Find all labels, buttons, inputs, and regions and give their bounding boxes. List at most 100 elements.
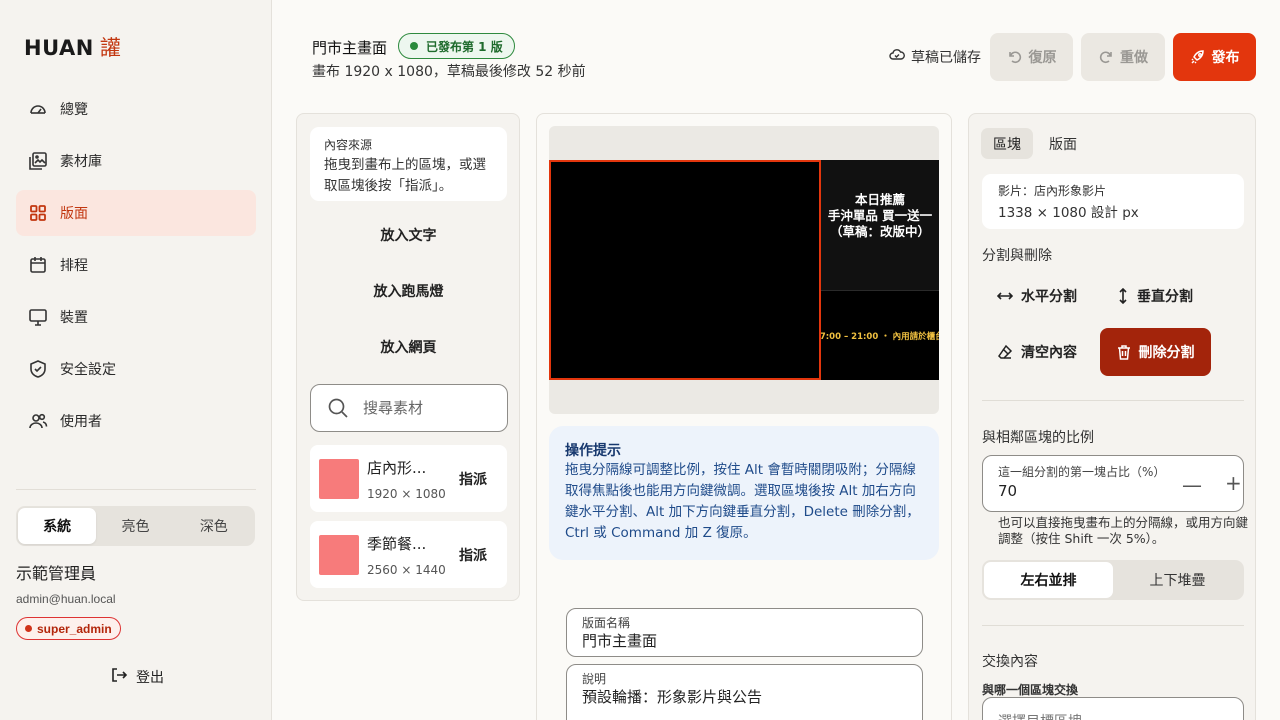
undo-button[interactable]: 復原	[990, 33, 1073, 81]
asset-thumbnail	[319, 459, 359, 499]
sidebar-item-label: 版面	[60, 206, 88, 222]
undo-icon	[1007, 49, 1023, 65]
undo-label: 復原	[1028, 50, 1057, 66]
redo-label: 重做	[1120, 50, 1148, 66]
sidebar-item-devices[interactable]: 裝置	[16, 294, 256, 340]
delete-split-button[interactable]: 刪除分割	[1100, 328, 1211, 376]
status-label: 已發布第 1 版	[426, 39, 503, 54]
sidebar: HUAN 讙 總覽 素材庫 版面 排程 裝置 安全設定 使用者 系統 亮色 深色…	[0, 0, 272, 720]
asset-size: 2560 × 1440	[367, 563, 446, 577]
search-field	[310, 384, 508, 432]
calendar-icon	[28, 255, 48, 275]
zone-promo-text[interactable]: 本日推薦 手沖單品 買一送一（草稿：改版中）	[821, 160, 939, 290]
add-marquee-button[interactable]: 放入跑馬燈	[310, 269, 507, 313]
swap-label: 與哪一個區塊交換	[982, 683, 1079, 697]
dashboard-gauge-icon	[28, 99, 48, 119]
redo-icon	[1098, 49, 1114, 65]
description-input[interactable]	[582, 687, 902, 706]
logout-icon	[110, 666, 128, 688]
brand-logo: HUAN 讙	[24, 32, 121, 62]
role-badge: super_admin	[16, 617, 121, 640]
sidebar-nav: 總覽 素材庫 版面 排程 裝置 安全設定 使用者	[16, 86, 256, 450]
asset-name: 季節餐...	[367, 535, 427, 553]
promo-text: 本日推薦 手沖單品 買一送一（草稿：改版中）	[827, 192, 933, 239]
sidebar-item-users[interactable]: 使用者	[16, 398, 256, 444]
swap-section-title: 交換內容	[982, 654, 1038, 670]
arrangement-side-by-side[interactable]: 左右並排	[984, 562, 1113, 598]
layout-canvas: 本日推薦 手沖單品 買一送一（草稿：改版中） 營業時間 07:00 – 21:0…	[549, 160, 939, 380]
page-subtitle: 畫布 1920 x 1080，草稿最後修改 52 秒前	[312, 64, 586, 80]
asset-item[interactable]: 店內形... 1920 × 1080 指派	[310, 445, 507, 512]
clear-content-label: 清空內容	[1021, 345, 1077, 361]
status-dot-icon	[410, 42, 418, 50]
assign-button[interactable]: 指派	[459, 469, 487, 489]
publish-label: 發布	[1211, 50, 1240, 66]
tips-title: 操作提示	[565, 443, 621, 459]
ratio-input[interactable]	[998, 482, 1118, 500]
redo-button[interactable]: 重做	[1081, 33, 1165, 81]
asset-item[interactable]: 季節餐... 2560 × 1440 指派	[310, 521, 507, 588]
theme-option-dark[interactable]: 深色	[175, 508, 253, 544]
sidebar-item-schedule[interactable]: 排程	[16, 242, 256, 288]
sidebar-item-label: 素材庫	[60, 154, 102, 170]
save-status: 草稿已儲存	[889, 47, 981, 67]
trash-icon	[1117, 344, 1131, 360]
users-icon	[28, 411, 48, 431]
split-section-title: 分割與刪除	[982, 248, 1052, 264]
arrows-horizontal-icon	[997, 290, 1013, 302]
page-title: 門市主畫面	[312, 39, 388, 57]
split-horizontal-button[interactable]: 水平分割	[997, 272, 1077, 320]
assign-button[interactable]: 指派	[459, 545, 487, 565]
role-label: super_admin	[37, 621, 112, 636]
properties-panel: 區塊 版面 影片：店內形象影片 1338 × 1080 設計 px 分割與刪除 …	[968, 113, 1256, 720]
zone-video-selected[interactable]	[549, 160, 821, 380]
ratio-stepper: 這一組分割的第一塊占比（%） — +	[982, 455, 1244, 512]
shield-check-icon	[28, 359, 48, 379]
search-input[interactable]	[363, 399, 483, 417]
section-divider	[982, 400, 1244, 401]
swap-target-select[interactable]: 選擇目標區塊	[982, 697, 1244, 720]
delete-split-label: 刪除分割	[1138, 345, 1195, 361]
sidebar-item-label: 使用者	[60, 414, 102, 430]
sidebar-item-media[interactable]: 素材庫	[16, 138, 256, 184]
arrangement-stacked[interactable]: 上下堆疊	[1113, 562, 1242, 598]
sidebar-item-security[interactable]: 安全設定	[16, 346, 256, 392]
asset-thumbnail	[319, 535, 359, 575]
logout-button[interactable]: 登出	[110, 666, 164, 688]
minus-icon[interactable]: —	[1182, 473, 1202, 497]
plus-icon[interactable]: +	[1225, 471, 1242, 495]
zone-info-detail: 1338 × 1080 設計 px	[998, 205, 1139, 221]
add-text-button[interactable]: 放入文字	[310, 213, 507, 257]
sidebar-item-overview[interactable]: 總覽	[16, 86, 256, 132]
layout-name-input[interactable]	[582, 631, 902, 650]
theme-option-system[interactable]: 系統	[18, 508, 97, 544]
rocket-icon	[1190, 49, 1206, 65]
publish-button[interactable]: 發布	[1173, 33, 1256, 81]
user-name: 示範管理員	[16, 564, 97, 583]
theme-switcher: 系統 亮色 深色	[16, 506, 255, 546]
tab-zone[interactable]: 區塊	[981, 128, 1033, 159]
zone-separator[interactable]	[821, 290, 939, 291]
content-source-title: 內容來源	[324, 138, 373, 152]
sidebar-item-label: 裝置	[60, 310, 88, 326]
theme-option-light[interactable]: 亮色	[96, 508, 174, 544]
asset-size: 1920 × 1080	[367, 487, 446, 501]
user-email: admin@huan.local	[16, 592, 116, 606]
clear-content-button[interactable]: 清空內容	[997, 328, 1077, 376]
sidebar-item-label: 安全設定	[60, 362, 116, 378]
asset-name: 店內形...	[367, 459, 427, 477]
ratio-hint: 也可以直接拖曳畫布上的分隔線，或用方向鍵調整（按住 Shift 一次 5%）。	[998, 515, 1249, 546]
layout-grid-icon	[28, 203, 48, 223]
layout-name-label: 版面名稱	[582, 616, 631, 630]
zone-ticker[interactable]: 營業時間 07:00 – 21:00 ・ 內用請於櫃台點餐	[821, 290, 939, 380]
media-library-icon	[28, 151, 48, 171]
tab-layout[interactable]: 版面	[1037, 128, 1089, 159]
canvas-panel: 本日推薦 手沖單品 買一送一（草稿：改版中） 營業時間 07:00 – 21:0…	[536, 113, 952, 720]
sidebar-item-layouts[interactable]: 版面	[16, 190, 256, 236]
split-vertical-button[interactable]: 垂直分割	[1117, 272, 1193, 320]
arrangement-switcher: 左右並排 上下堆疊	[982, 560, 1244, 600]
tips-box: 操作提示 拖曳分隔線可調整比例，按住 Alt 會暫時關閉吸附；分隔線取得焦點後也…	[549, 426, 939, 560]
add-webpage-button[interactable]: 放入網頁	[310, 325, 507, 369]
sidebar-item-label: 總覽	[60, 102, 88, 118]
tips-body: 拖曳分隔線可調整比例，按住 Alt 會暫時關閉吸附；分隔線取得焦點後也能用方向鍵…	[565, 462, 920, 541]
